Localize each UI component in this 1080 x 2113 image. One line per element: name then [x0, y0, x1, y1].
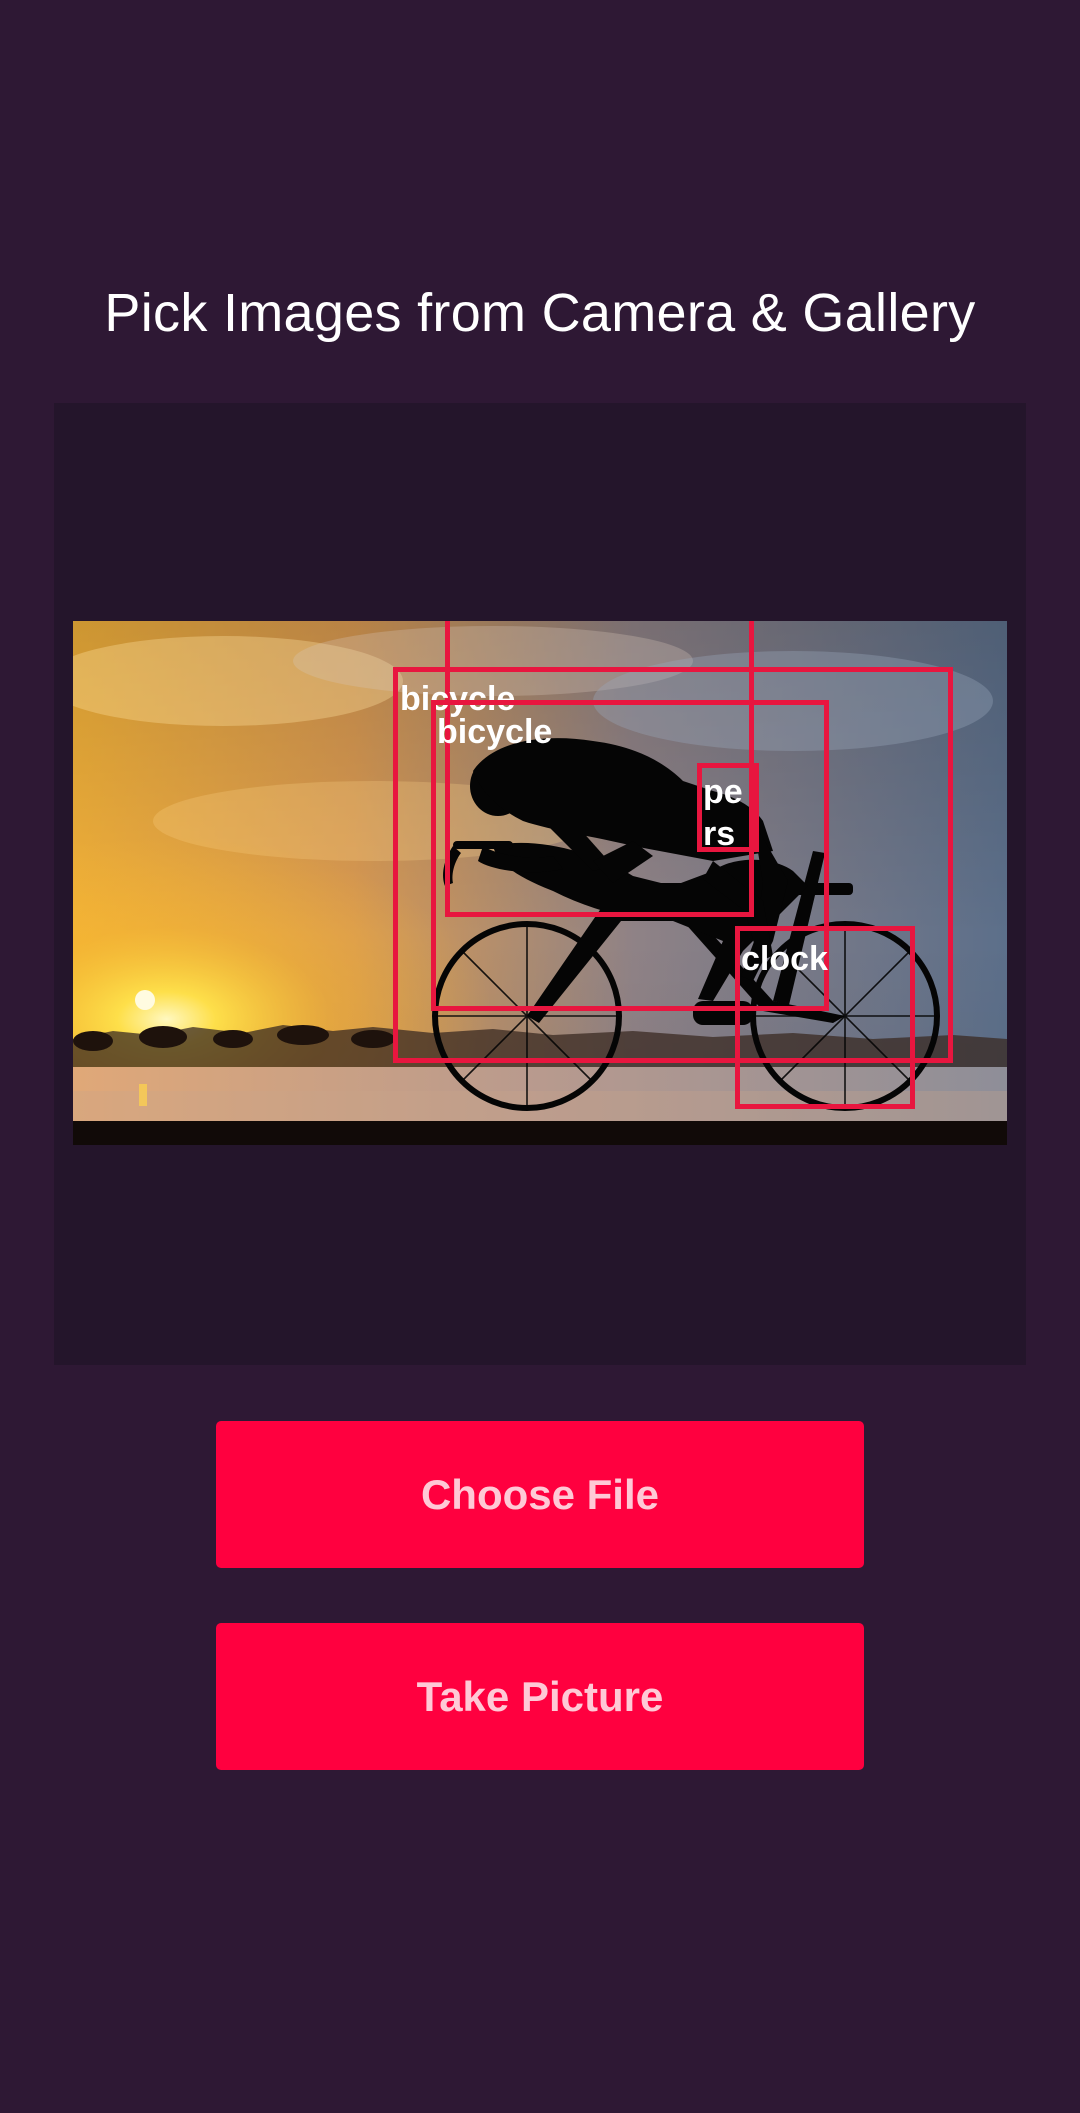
choose-file-button[interactable]: Choose File [216, 1421, 864, 1568]
image-preview-panel: person bicycle bicycle person clock [54, 403, 1026, 1365]
detection-label-clock: clock [741, 940, 828, 978]
detection-label-bicycle-2: bicycle [437, 713, 553, 751]
take-picture-button[interactable]: Take Picture [216, 1623, 864, 1770]
page-title: Pick Images from Camera & Gallery [104, 283, 976, 343]
detection-label-person-small: person [703, 773, 743, 851]
cyclist-sunset-photo: person bicycle bicycle person clock [73, 621, 1007, 1145]
